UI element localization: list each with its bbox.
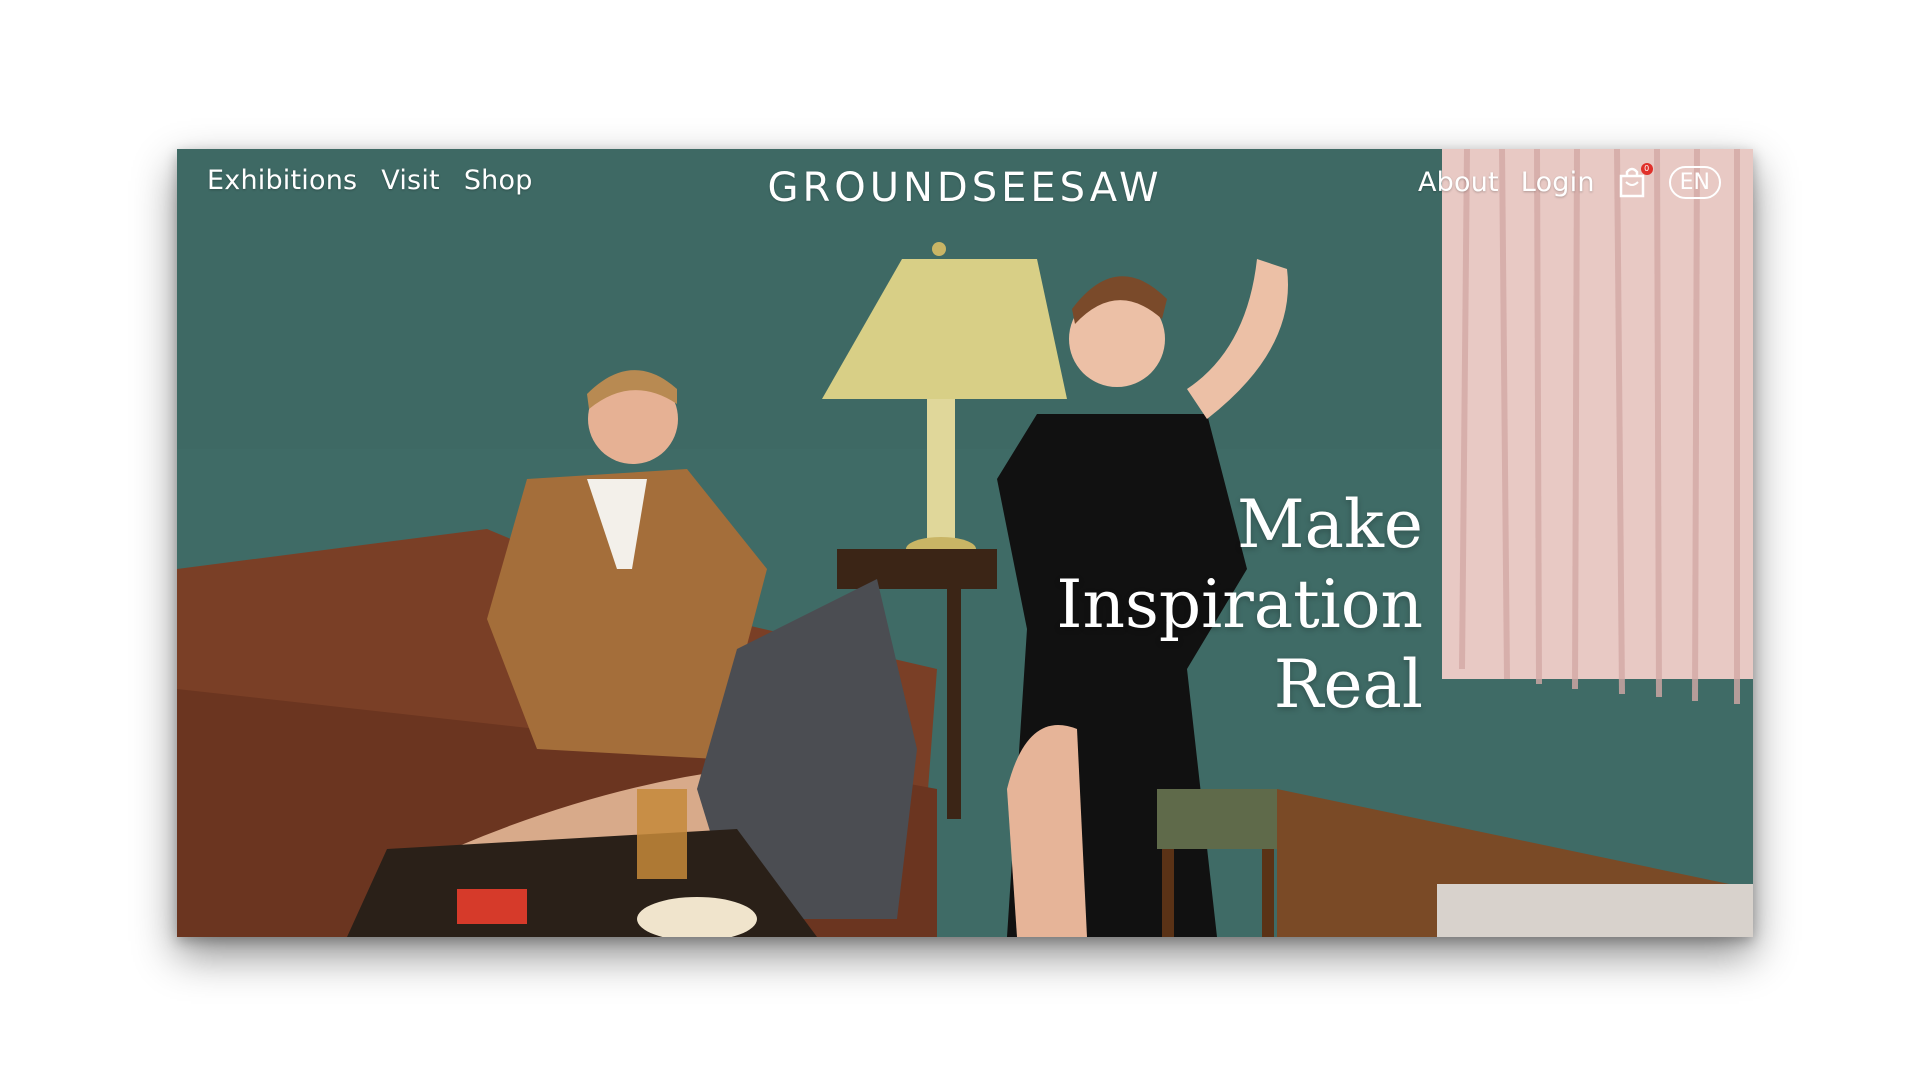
hero-photo (177, 149, 1753, 937)
nav-about[interactable]: About (1418, 167, 1499, 198)
page: Exhibitions Visit Shop GROUNDSEESAW Abou… (0, 0, 1920, 1080)
cart-button[interactable]: 0 (1617, 163, 1653, 199)
language-selector[interactable]: EN (1668, 165, 1721, 199)
nav-login[interactable]: Login (1521, 167, 1595, 198)
cart-count-badge: 0 (1640, 163, 1653, 175)
website-frame: Exhibitions Visit Shop GROUNDSEESAW Abou… (177, 149, 1753, 937)
utility-nav: About Login 0 EN (1418, 163, 1721, 199)
headline-line-3: Real (1273, 646, 1423, 723)
brand-name[interactable]: GROUNDSEESAW (767, 165, 1162, 211)
hero-headline: Make Inspiration Real (1056, 485, 1423, 725)
headline-line-1: Make (1237, 486, 1423, 563)
headline-line-2: Inspiration (1056, 566, 1423, 643)
